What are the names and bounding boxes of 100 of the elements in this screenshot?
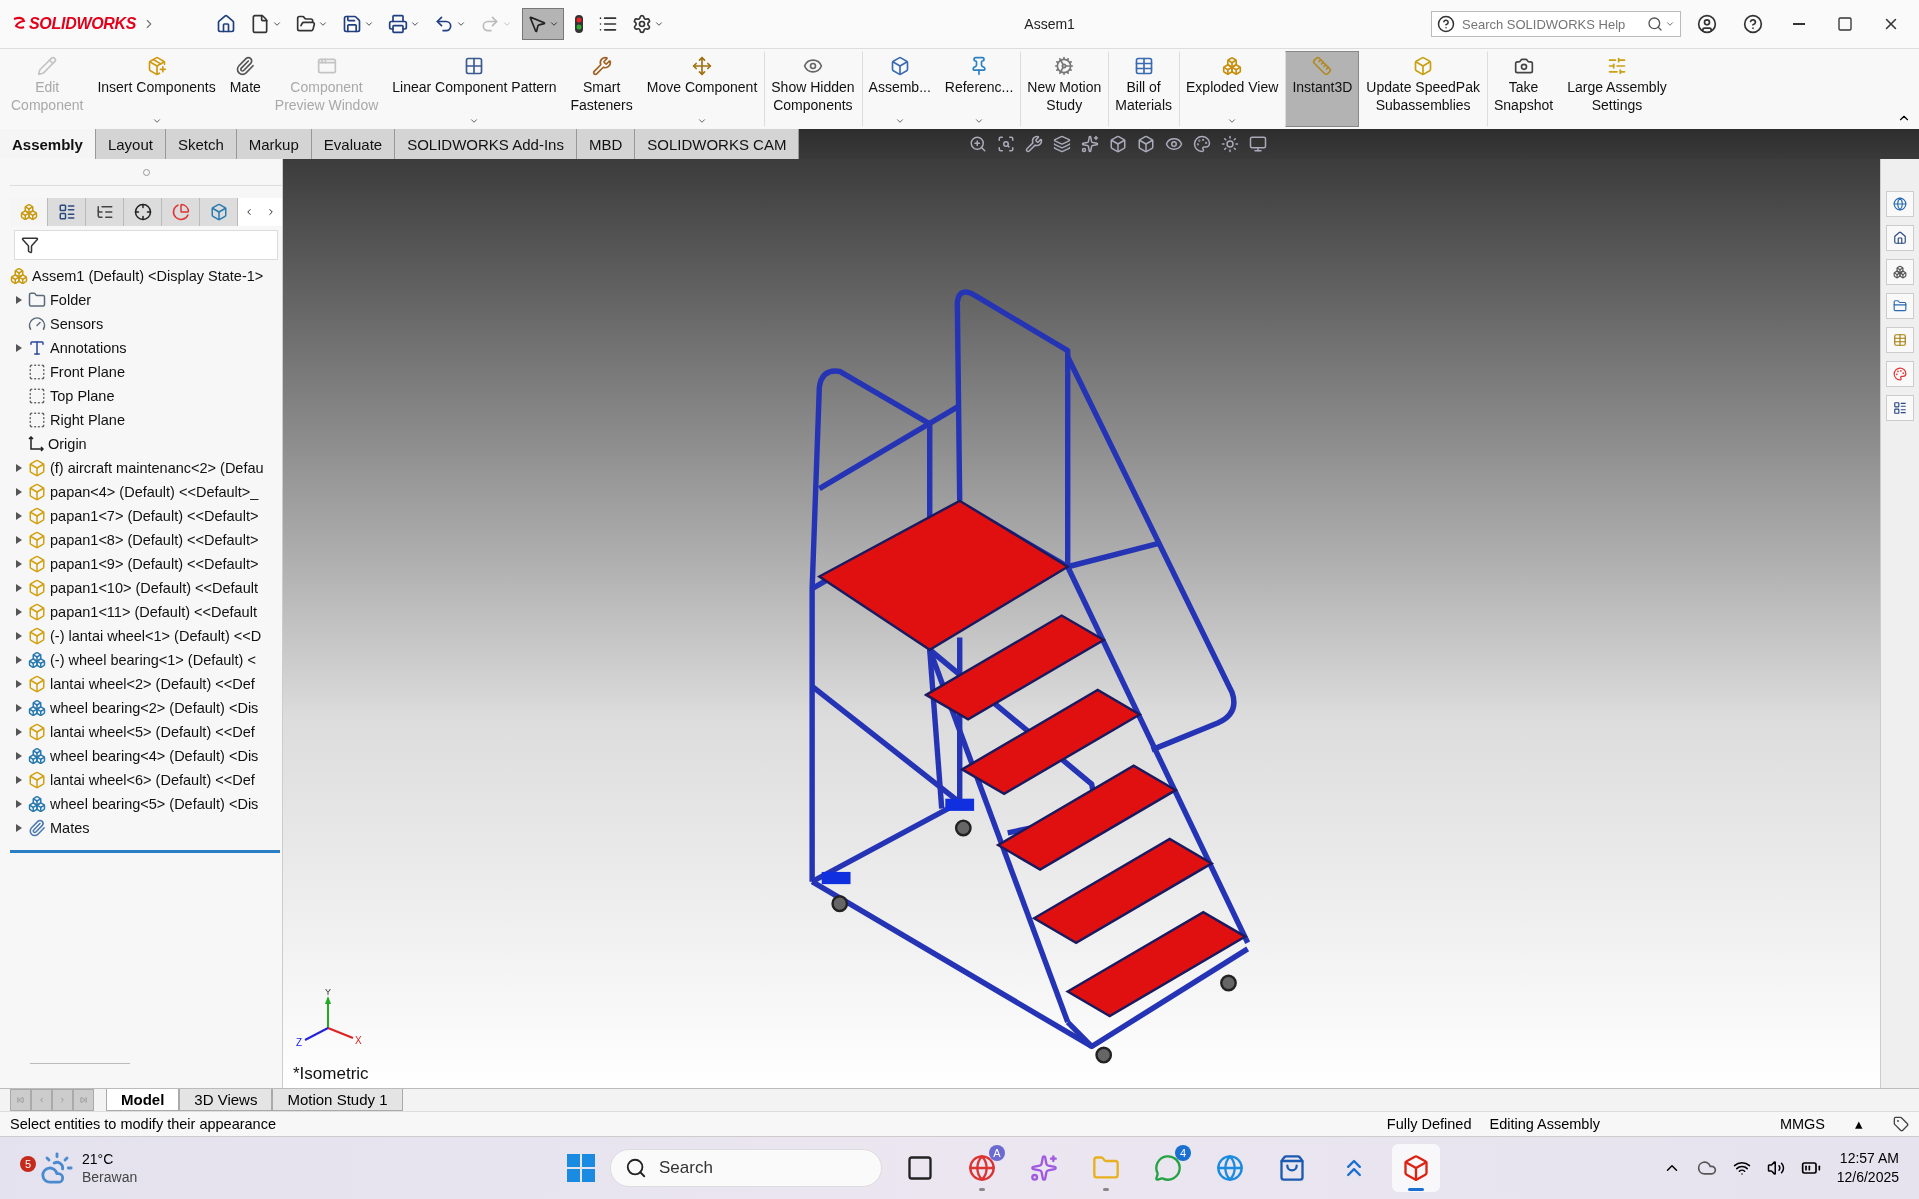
- expand-arrow-icon[interactable]: [16, 584, 22, 592]
- tree-item[interactable]: Annotations: [10, 336, 282, 360]
- ribbon-tab[interactable]: SOLIDWORKS Add-Ins: [395, 129, 577, 159]
- tree-item[interactable]: wheel bearing<2> (Default) <Dis: [10, 696, 282, 720]
- tree-item[interactable]: (-) lantai wheel<1> (Default) <<D: [10, 624, 282, 648]
- tree-item[interactable]: Top Plane: [10, 384, 282, 408]
- select-button[interactable]: [522, 8, 565, 40]
- tree-item[interactable]: Folder: [10, 288, 282, 312]
- tree-item[interactable]: lantai wheel<6> (Default) <<Def: [10, 768, 282, 792]
- command-button[interactable]: Bill of Materials: [1108, 51, 1179, 127]
- ribbon-tab[interactable]: Layout: [95, 129, 166, 159]
- tree-item[interactable]: papan1<9> (Default) <<Default>: [10, 552, 282, 576]
- expand-arrow-icon[interactable]: [16, 824, 22, 832]
- expand-arrow-icon[interactable]: [16, 800, 22, 808]
- expand-arrow-icon[interactable]: [16, 704, 22, 712]
- property-manager-tab[interactable]: [48, 198, 86, 226]
- ribbon-tab[interactable]: Assembly: [0, 129, 96, 159]
- task-pane-button[interactable]: [1886, 293, 1914, 319]
- command-button[interactable]: Update SpeedPak Subassemblies: [1359, 51, 1487, 127]
- tree-item[interactable]: wheel bearing<4> (Default) <Dis: [10, 744, 282, 768]
- tree-item[interactable]: wheel bearing<5> (Default) <Dis: [10, 792, 282, 816]
- command-button[interactable]: Take Snapshot: [1486, 51, 1561, 127]
- command-button[interactable]: Assemb...: [861, 51, 938, 127]
- view-tool-button[interactable]: [1249, 135, 1268, 153]
- view-tool-button[interactable]: [997, 135, 1016, 153]
- command-button[interactable]: Move Component: [639, 51, 765, 127]
- command-button[interactable]: Smart Fasteners: [563, 51, 640, 127]
- expand-arrow-icon[interactable]: [16, 296, 22, 304]
- view-tool-button[interactable]: [1109, 135, 1128, 153]
- view-tool-button[interactable]: [1025, 135, 1044, 153]
- ribbon-tab[interactable]: MBD: [576, 129, 636, 159]
- onedrive-button[interactable]: [1696, 1158, 1717, 1178]
- expand-arrow-icon[interactable]: [16, 680, 22, 688]
- ribbon-tab[interactable]: Evaluate: [311, 129, 396, 159]
- command-button[interactable]: Insert Components: [90, 51, 223, 127]
- view-tool-button[interactable]: [969, 135, 988, 153]
- view-tool-button[interactable]: [1137, 135, 1156, 153]
- model-tab[interactable]: Motion Study 1: [272, 1089, 403, 1111]
- command-button[interactable]: Large Assembly Settings: [1560, 51, 1674, 127]
- network-button[interactable]: [1732, 1159, 1751, 1177]
- expand-arrow-icon[interactable]: [16, 752, 22, 760]
- command-button[interactable]: Mate: [222, 51, 268, 127]
- command-button[interactable]: Linear Component Pattern: [385, 51, 564, 127]
- tree-item[interactable]: Sensors: [10, 312, 282, 336]
- expand-arrow-icon[interactable]: [16, 776, 22, 784]
- tree-item[interactable]: Front Plane: [10, 360, 282, 384]
- tree-item[interactable]: papan1<7> (Default) <<Default>: [10, 504, 282, 528]
- view-tool-button[interactable]: [1221, 135, 1240, 153]
- command-button[interactable]: New Motion Study: [1020, 51, 1109, 127]
- taskbar-app[interactable]: 4: [1144, 1144, 1192, 1192]
- dimxpert-tab[interactable]: [124, 198, 162, 226]
- taskbar-search[interactable]: Search: [610, 1149, 882, 1187]
- taskbar-app[interactable]: A: [958, 1144, 1006, 1192]
- tree-item[interactable]: Mates: [10, 816, 282, 840]
- expand-arrow-icon[interactable]: [16, 632, 22, 640]
- expand-arrow-icon[interactable]: [16, 560, 22, 568]
- tree-item[interactable]: lantai wheel<2> (Default) <<Def: [10, 672, 282, 696]
- volume-button[interactable]: [1766, 1159, 1785, 1177]
- tree-item[interactable]: Origin: [10, 432, 282, 456]
- cam-tab[interactable]: [200, 198, 238, 226]
- units-label[interactable]: MMGS: [1779, 1116, 1825, 1132]
- expand-arrow-icon[interactable]: [16, 656, 22, 664]
- view-tool-button[interactable]: [1053, 135, 1072, 153]
- task-pane-button[interactable]: [1886, 395, 1914, 421]
- expand-arrow-icon[interactable]: [16, 464, 22, 472]
- expand-arrow-icon[interactable]: [16, 344, 22, 352]
- task-pane-button[interactable]: [1886, 225, 1914, 251]
- tree-item[interactable]: papan1<8> (Default) <<Default>: [10, 528, 282, 552]
- ribbon-tab[interactable]: Sketch: [165, 129, 237, 159]
- tree-item[interactable]: Assem1 (Default) <Display State-1>: [10, 264, 282, 288]
- task-pane-button[interactable]: [1886, 361, 1914, 387]
- tree-item[interactable]: (-) wheel bearing<1> (Default) <: [10, 648, 282, 672]
- model-tab[interactable]: 3D Views: [179, 1089, 273, 1111]
- command-button[interactable]: Show Hidden Components: [764, 51, 862, 127]
- tree-item[interactable]: lantai wheel<5> (Default) <<Def: [10, 720, 282, 744]
- filter-field[interactable]: [14, 230, 278, 260]
- filter-button[interactable]: [19, 236, 41, 254]
- expand-arrow-icon[interactable]: [16, 536, 22, 544]
- clock-date[interactable]: 12/6/2025: [1836, 1168, 1899, 1187]
- expand-arrow-icon[interactable]: [16, 728, 22, 736]
- help-search-field[interactable]: Search SOLIDWORKS Help: [1431, 11, 1681, 37]
- expand-arrow-icon[interactable]: [16, 608, 22, 616]
- view-tool-button[interactable]: [1193, 135, 1212, 153]
- tree-item[interactable]: papan1<11> (Default) <<Default: [10, 600, 282, 624]
- tree-item[interactable]: papan1<10> (Default) <<Default: [10, 576, 282, 600]
- view-tool-button[interactable]: [1081, 135, 1100, 153]
- command-button[interactable]: Instant3D: [1285, 51, 1360, 127]
- units-caret[interactable]: ▴: [1855, 1116, 1863, 1132]
- start-icon[interactable]: [566, 1153, 596, 1183]
- tree-item[interactable]: Right Plane: [10, 408, 282, 432]
- view-tool-button[interactable]: [1165, 135, 1184, 153]
- tree-item[interactable]: (f) aircraft maintenanc<2> (Defau: [10, 456, 282, 480]
- tag-button[interactable]: [1893, 1116, 1909, 1132]
- configuration-manager-tab[interactable]: [86, 198, 124, 226]
- task-pane-button[interactable]: [1886, 191, 1914, 217]
- expand-arrow-icon[interactable]: [16, 512, 22, 520]
- expand-arrow-icon[interactable]: [16, 488, 22, 496]
- model-tab[interactable]: Model: [106, 1089, 180, 1111]
- command-button[interactable]: Referenc...: [937, 51, 1021, 127]
- task-pane-button[interactable]: [1886, 259, 1914, 285]
